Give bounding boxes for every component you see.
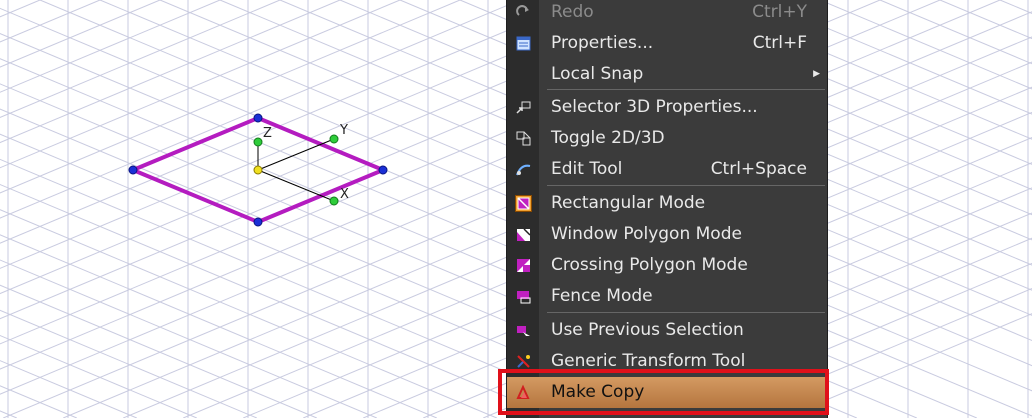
menu-item-edit-tool[interactable]: Edit Tool Ctrl+Space xyxy=(507,154,827,185)
menu-item-label: Toggle 2D/3D xyxy=(551,128,665,148)
y-axis-label: Y xyxy=(339,123,348,138)
fence-mode-icon xyxy=(515,288,532,305)
menu-item-label: Window Polygon Mode xyxy=(551,224,742,244)
menu-item-window-polygon-mode[interactable]: Window Polygon Mode xyxy=(507,219,827,250)
menu-item-label: Properties... xyxy=(551,33,654,53)
menu-item-selector-3d-properties[interactable]: Selector 3D Properties... xyxy=(507,92,827,123)
rectangular-mode-icon xyxy=(515,195,532,212)
menu-item-label: Redo xyxy=(551,2,594,22)
z-axis-label: Z xyxy=(263,126,272,141)
menu-item-label: Selector 3D Properties... xyxy=(551,97,758,117)
menu-item-shortcut: Ctrl+Space xyxy=(710,159,807,179)
window-polygon-icon xyxy=(515,226,532,243)
edit-tool-icon xyxy=(515,161,532,178)
submenu-arrow-icon: ▶ xyxy=(813,69,820,79)
menu-item-use-previous-selection[interactable]: Use Previous Selection xyxy=(507,315,827,346)
menu-item-crossing-polygon-mode[interactable]: Crossing Polygon Mode xyxy=(507,250,827,281)
transform-tool-icon xyxy=(515,353,532,370)
menu-item-fence-mode[interactable]: Fence Mode xyxy=(507,281,827,312)
menu-item-label: Crossing Polygon Mode xyxy=(551,255,748,275)
menu-item-toggle-2d3d[interactable]: Toggle 2D/3D xyxy=(507,123,827,154)
selector-3d-icon xyxy=(515,99,532,116)
transform-gizmo[interactable] xyxy=(257,138,335,202)
menu-item-label: Rectangular Mode xyxy=(551,193,706,213)
previous-selection-icon xyxy=(515,322,532,339)
menu-item-label: Use Previous Selection xyxy=(551,320,744,340)
menu-separator xyxy=(547,185,825,186)
toggle-2d3d-icon xyxy=(515,130,532,147)
menu-item-shortcut: Ctrl+Y xyxy=(752,2,807,22)
menu-item-label: Local Snap xyxy=(551,64,644,84)
redo-icon xyxy=(515,4,532,21)
menu-item-shortcut: Ctrl+F xyxy=(752,33,807,53)
x-axis-label: X xyxy=(340,187,349,202)
menu-separator xyxy=(547,89,825,90)
menu-item-properties[interactable]: Properties... Ctrl+F xyxy=(507,28,827,59)
context-menu: Redo Ctrl+Y Properties... Ctrl+F Local S… xyxy=(506,0,828,418)
menu-item-redo[interactable]: Redo Ctrl+Y xyxy=(507,0,827,28)
crossing-polygon-icon xyxy=(515,257,532,274)
menu-item-rectangular-mode[interactable]: Rectangular Mode xyxy=(507,188,827,219)
properties-icon xyxy=(515,35,532,52)
menu-item-label: Edit Tool xyxy=(551,159,623,179)
gizmo-origin[interactable] xyxy=(253,165,263,175)
menu-separator xyxy=(547,312,825,313)
menu-item-label: Fence Mode xyxy=(551,286,653,306)
highlight-annotation-frame xyxy=(498,369,829,415)
menu-item-local-snap[interactable]: Local Snap ▶ xyxy=(507,59,827,90)
